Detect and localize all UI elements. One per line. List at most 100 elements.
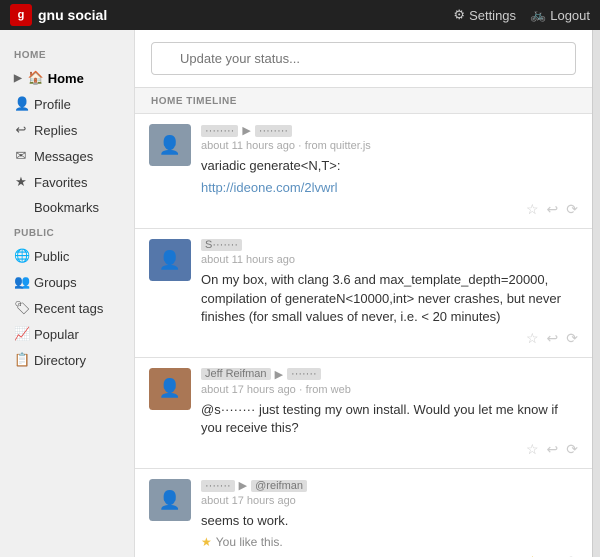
avatar: 👤 [149,479,191,521]
post-username: ········ [201,125,238,137]
replies-arrow-icon: ↩ [14,122,28,138]
timeline-label: HOME TIMELINE [135,88,592,114]
repost-button[interactable]: ⟳ [566,441,578,458]
status-input-wrap: ✏ [151,42,576,75]
post-actions: ☆ ↩ ⟳ [201,441,578,458]
you-like-text: You like this. [216,535,283,549]
post-username2: ········ [255,125,292,137]
post-arrow-icon: ▶ [275,368,283,381]
post-actions: ☆ ↩ ⟳ [201,201,578,218]
sidebar-item-directory[interactable]: 📋 Directory [0,347,134,373]
star-button[interactable]: ☆ [526,201,539,218]
sidebar-item-directory-label: Directory [34,353,86,368]
reply-button[interactable]: ↩ [547,201,559,218]
post-content: @s········ just testing my own install. … [201,401,578,437]
sidebar-item-recent-tags-label: Recent tags [34,301,103,316]
gnu-icon: g [10,4,32,26]
sidebar-item-replies[interactable]: ↩ Replies [0,117,134,143]
avatar: 👤 [149,124,191,166]
messages-envelope-icon: ✉ [14,148,28,164]
post-username2: ······· [287,368,321,380]
post-time: about 11 hours ago · from quitter.js [201,140,578,152]
post-username: ······· [201,480,235,492]
avatar: 👤 [149,368,191,410]
post-meta: ········ ▶ ········ [201,124,578,137]
repost-button[interactable]: ⟳ [566,553,578,557]
post-text: variadic generate<N,T>: [201,158,340,173]
sidebar-item-profile[interactable]: 👤 Profile [0,91,134,117]
post-body: ······· ▶ @reifman about 17 hours ago se… [201,479,578,557]
popular-icon: 📈 [14,326,28,342]
avatar: 👤 [149,239,191,281]
sidebar-item-messages[interactable]: ✉ Messages [0,143,134,169]
post-meta: ······· ▶ @reifman [201,479,578,492]
home-arrow-icon: ▶ [14,73,22,84]
post-username2: @reifman [251,480,307,492]
sidebar-item-recent-tags[interactable]: 🏷 Recent tags [0,295,134,321]
status-box: ✏ [135,30,592,88]
sidebar-item-public-label: Public [34,249,69,264]
post-meta: Jeff Reifman ▶ ······· [201,368,578,381]
home-house-icon: 🏠 [28,70,42,86]
you-like: ★ You like this. [201,535,578,549]
reply-button[interactable]: ↩ [547,441,559,458]
logout-link[interactable]: 🚲 Logout [530,7,590,23]
sidebar-item-groups-label: Groups [34,275,77,290]
sidebar-item-groups[interactable]: 👥 Groups [0,269,134,295]
top-nav: ⚙ Settings 🚲 Logout [453,7,590,23]
topbar: g gnu social ⚙ Settings 🚲 Logout [0,0,600,30]
bookmarks-icon [14,200,28,215]
star-button[interactable]: ☆ [526,330,539,347]
sidebar-item-replies-label: Replies [34,123,77,138]
post-username: S······· [201,239,242,251]
sidebar: HOME ▶ 🏠 Home 👤 Profile ↩ Replies ✉ Mess… [0,30,135,557]
groups-icon: 👥 [14,274,28,290]
profile-person-icon: 👤 [14,96,28,112]
post-content: On my box, with clang 3.6 and max_templa… [201,271,578,326]
table-row: 👤 Jeff Reifman ▶ ······· about 17 hours … [135,358,592,469]
sidebar-item-popular[interactable]: 📈 Popular [0,321,134,347]
posts-container: 👤 ········ ▶ ········ about 11 hours ago… [135,114,592,557]
reply-button[interactable]: ↩ [547,553,559,557]
sidebar-item-home[interactable]: ▶ 🏠 Home [0,65,134,91]
sidebar-item-messages-label: Messages [34,149,93,164]
right-panel [592,30,600,557]
settings-gear-icon: ⚙ [453,7,465,23]
table-row: 👤 ······· ▶ @reifman about 17 hours ago … [135,469,592,557]
post-arrow-icon: ▶ [239,479,247,492]
table-row: 👤 ········ ▶ ········ about 11 hours ago… [135,114,592,229]
status-input[interactable] [151,42,576,75]
post-body: Jeff Reifman ▶ ······· about 17 hours ag… [201,368,578,458]
post-body: ········ ▶ ········ about 11 hours ago ·… [201,124,578,218]
recent-tags-icon: 🏷 [14,300,28,316]
post-link: http://ideone.com/2lvwrl [201,179,578,197]
post-time: about 11 hours ago [201,254,578,266]
post-time: about 17 hours ago · from web [201,384,578,396]
star-button[interactable]: ☆ [526,441,539,458]
settings-label: Settings [469,8,516,23]
settings-link[interactable]: ⚙ Settings [453,7,516,23]
post-time: about 17 hours ago [201,495,578,507]
repost-button[interactable]: ⟳ [566,201,578,218]
logout-label: Logout [550,8,590,23]
post-link-anchor[interactable]: http://ideone.com/2lvwrl [201,180,338,195]
post-username: Jeff Reifman [201,368,271,380]
post-body: S······· about 11 hours ago On my box, w… [201,239,578,347]
home-section-label: HOME [0,42,134,65]
star-button[interactable]: ★ [526,553,539,557]
sidebar-item-public[interactable]: 🌐 Public [0,243,134,269]
public-section-label: PUBLIC [0,220,134,243]
main-content: ✏ HOME TIMELINE 👤 ········ ▶ ····· [135,30,592,557]
table-row: 👤 S······· about 11 hours ago On my box,… [135,229,592,358]
reply-button[interactable]: ↩ [547,330,559,347]
post-content: seems to work. [201,512,578,530]
sidebar-item-favorites[interactable]: ★ Favorites [0,169,134,195]
sidebar-item-bookmarks[interactable]: Bookmarks [0,195,134,220]
post-arrow-icon: ▶ [242,124,250,137]
repost-button[interactable]: ⟳ [566,330,578,347]
post-actions: ☆ ↩ ⟳ [201,330,578,347]
logout-bike-icon: 🚲 [530,7,546,23]
post-meta: S······· [201,239,578,251]
layout: HOME ▶ 🏠 Home 👤 Profile ↩ Replies ✉ Mess… [0,30,600,557]
sidebar-item-profile-label: Profile [34,97,71,112]
